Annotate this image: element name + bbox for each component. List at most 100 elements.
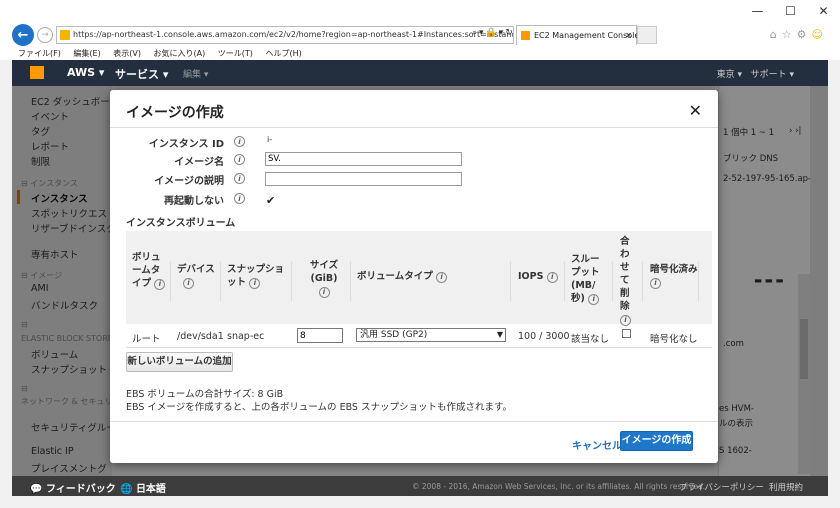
cell-snapshot: snap-ec	[227, 331, 265, 342]
cell-encrypted: 暗号化なし	[650, 334, 698, 345]
col-divider	[510, 261, 511, 301]
col-divider	[698, 261, 699, 301]
add-volume-button[interactable]: 新しいボリュームの追加	[126, 352, 233, 372]
col-size: サイズ (GiB) i	[309, 260, 339, 298]
menu-file[interactable]: ファイル(F)	[18, 49, 61, 58]
maximize-icon[interactable]: ☐	[774, 0, 807, 22]
volumes-table-header: ボリュームタイプ i デバイス i スナップショット i サイズ (GiB) i ボ…	[126, 231, 712, 326]
window-titlebar: — ☐ ✕	[0, 0, 840, 22]
browser-toolbar-icons: ⌂☆⚙☺	[770, 28, 828, 41]
info-icon[interactable]: i	[234, 173, 245, 184]
site-icon	[60, 30, 70, 40]
cell-device: /dev/sda1	[177, 331, 224, 342]
browser-menubar: ファイル(F) 編集(E) 表示(V) お気に入り(A) ツール(T) ヘルプ(…	[0, 48, 840, 60]
info-icon[interactable]: i	[154, 279, 166, 290]
image-name-input[interactable]	[265, 152, 462, 166]
info-icon[interactable]: i	[546, 272, 558, 283]
dialog-title: イメージの作成	[126, 105, 224, 121]
new-tab-button[interactable]	[637, 26, 657, 44]
cell-throughput: 該当なし	[571, 334, 610, 345]
close-icon[interactable]: ✕	[689, 101, 702, 120]
info-icon[interactable]: i	[183, 278, 194, 289]
image-name-label: イメージ名	[174, 157, 224, 168]
col-divider	[291, 261, 292, 301]
no-reboot-label: 再起動しない	[164, 196, 224, 207]
support-menu[interactable]: サポート ▾	[751, 67, 794, 80]
col-divider	[564, 261, 565, 301]
tab-title: EC2 Management Console	[534, 31, 640, 40]
table-row: ルート /dev/sda1 snap-ec 汎用 SSD (GP2)▼ 100 …	[126, 324, 712, 348]
col-divider	[612, 261, 613, 301]
browser-navbar: ← → https://ap-northeast-1.console.aws.a…	[0, 22, 840, 48]
back-arrow-icon[interactable]: ←	[12, 24, 34, 46]
info-icon[interactable]: i	[234, 193, 245, 204]
gear-icon[interactable]: ⚙	[797, 28, 812, 41]
col-device: デバイス i	[177, 264, 215, 289]
col-divider	[350, 261, 351, 301]
col-divider	[220, 261, 221, 301]
total-size-text: EBS ボリュームの合計サイズ: 8 GiB	[126, 389, 284, 400]
aws-menu[interactable]: AWS ▾	[67, 66, 104, 79]
tab-close-icon[interactable]: ✕	[625, 26, 632, 45]
col-volume-type: ボリュームタイプ i	[132, 251, 168, 290]
address-bar[interactable]: https://ap-northeast-1.console.aws.amazo…	[56, 26, 514, 44]
instance-id-value: i-	[267, 135, 273, 144]
cancel-button[interactable]: キャンセル	[572, 437, 622, 452]
info-icon[interactable]: i	[650, 278, 661, 289]
privacy-link[interactable]: プライバシーポリシー	[679, 481, 764, 493]
terms-link[interactable]: 利用規約	[769, 481, 803, 493]
window-controls: — ☐ ✕	[741, 0, 840, 22]
menu-help[interactable]: ヘルプ(H)	[265, 49, 301, 58]
edit-menu[interactable]: 編集 ▾	[183, 67, 208, 80]
address-url: https://ap-northeast-1.console.aws.amazo…	[73, 30, 514, 39]
forward-arrow-icon[interactable]: →	[37, 27, 53, 43]
menu-tools[interactable]: ツール(T)	[218, 49, 253, 58]
aws-navbar: AWS ▾ サービス ▾ 編集 ▾ 東京 ▾ サポート ▾	[12, 60, 828, 86]
snapshot-note-text: EBS イメージを作成すると、上の各ボリュームの EBS スナップショットも作成…	[126, 402, 513, 413]
minimize-icon[interactable]: —	[741, 0, 774, 22]
col-snapshot: スナップショット i	[227, 264, 285, 289]
aws-favicon-icon	[521, 31, 530, 40]
close-window-icon[interactable]: ✕	[807, 0, 840, 22]
instance-id-label: インスタンス ID	[148, 139, 224, 150]
cell-volume-type: ルート	[132, 334, 161, 345]
smiley-icon[interactable]: ☺	[812, 28, 828, 41]
col-delete-on-termination: 合わせて削除 i	[620, 236, 631, 326]
col-divider	[642, 261, 643, 301]
star-icon[interactable]: ☆	[782, 28, 797, 41]
divider	[110, 127, 718, 128]
col-divider	[170, 261, 171, 301]
info-icon[interactable]: i	[249, 278, 261, 289]
info-icon[interactable]: i	[234, 136, 245, 147]
menu-view[interactable]: 表示(V)	[113, 49, 141, 58]
aws-logo-icon[interactable]	[30, 66, 44, 79]
image-description-label: イメージの説明	[154, 176, 224, 187]
browser-tab[interactable]: EC2 Management Console ✕	[516, 25, 640, 45]
col-volume-kind: ボリュームタイプ i	[357, 270, 477, 283]
address-tools-icon[interactable]: ⌕▾🔒▾↻	[472, 28, 515, 38]
info-icon[interactable]: i	[318, 287, 330, 298]
create-image-button[interactable]: イメージの作成	[620, 431, 693, 451]
image-description-input[interactable]	[265, 172, 462, 186]
info-icon[interactable]: i	[588, 294, 600, 305]
info-icon[interactable]: i	[234, 154, 245, 165]
divider	[110, 421, 718, 422]
home-icon[interactable]: ⌂	[770, 28, 782, 41]
language-link[interactable]: 🌐 日本語	[120, 480, 166, 495]
col-encrypted: 暗号化済み i	[650, 264, 698, 289]
copyright-text: © 2008 - 2016, Amazon Web Services, Inc.…	[412, 482, 706, 491]
volume-type-select[interactable]: 汎用 SSD (GP2) ▼	[356, 328, 506, 342]
services-menu[interactable]: サービス ▾	[115, 66, 168, 82]
feedback-link[interactable]: 💬 フィードバック	[30, 480, 116, 495]
console-footer: 💬 フィードバック 🌐 日本語 © 2008 - 2016, Amazon We…	[12, 476, 828, 496]
menu-edit[interactable]: 編集(E)	[73, 49, 100, 58]
delete-on-termination-checkbox[interactable]	[622, 329, 631, 338]
cell-iops: 100 / 3000	[518, 331, 570, 342]
region-menu[interactable]: 東京 ▾	[717, 67, 742, 80]
menu-favorites[interactable]: お気に入り(A)	[154, 49, 206, 58]
chevron-down-icon: ▼	[496, 330, 503, 339]
info-icon[interactable]: i	[436, 272, 448, 283]
no-reboot-checkbox[interactable]: ✔	[266, 194, 275, 207]
col-iops: IOPS i	[518, 270, 568, 283]
volume-size-input[interactable]	[297, 328, 343, 343]
